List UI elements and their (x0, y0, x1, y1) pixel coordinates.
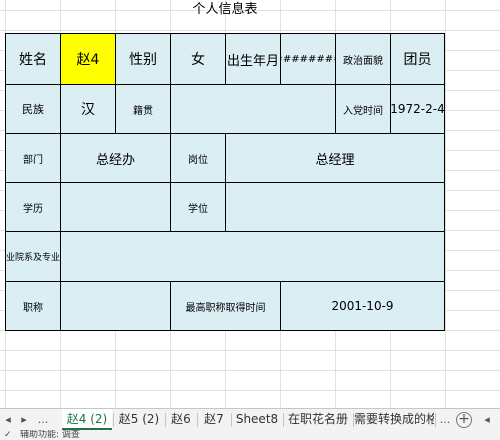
post-label[interactable]: 岗位 (170, 133, 226, 183)
title-date-label[interactable]: 最高职称取得时间 (170, 281, 281, 331)
horizontal-scroll-left-icon[interactable]: ◂ (480, 411, 494, 429)
accessibility-status[interactable]: 辅助功能: 调查 (20, 431, 80, 440)
accessibility-icon: ✓ (4, 430, 12, 440)
tab-sheet-zhao5-2[interactable]: 赵5 (2) (114, 409, 164, 430)
sheet-tab-bar: ◂ ▸ ... 赵4 (2) 赵5 (2) 赵6 赵7 Sheet8 在职花名册… (0, 408, 500, 430)
degree-value[interactable] (225, 182, 445, 232)
political-value[interactable]: 团员 (390, 33, 445, 85)
tab-sheet-zhao7[interactable]: 赵7 (198, 409, 230, 430)
birth-label[interactable]: 出生年月 (225, 33, 281, 85)
tab-sheet-roster[interactable]: 在职花名册 (284, 409, 352, 430)
sheet-title: 个人信息表 (192, 2, 258, 17)
add-sheet-icon[interactable]: + (456, 412, 472, 428)
tab-more-right-button[interactable]: ... (437, 411, 453, 429)
school-major-label[interactable]: 专业院系及专业 (5, 231, 61, 282)
ethnic-value[interactable]: 汉 (60, 84, 116, 134)
gender-value[interactable]: 女 (170, 33, 226, 85)
gender-label[interactable]: 性别 (115, 33, 171, 85)
native-label[interactable]: 籍贯 (115, 84, 171, 134)
birth-value[interactable]: ######## (280, 33, 336, 85)
tab-separator (435, 413, 436, 427)
party-join-value[interactable]: 1972-2-4 (390, 84, 445, 134)
spreadsheet-grid[interactable]: 个人信息表 姓名 赵4 性别 女 出生年月 ######## 政治面貌 团员 民… (0, 0, 500, 408)
job-title-value[interactable] (60, 281, 171, 331)
party-join-label[interactable]: 入党时间 (335, 84, 391, 134)
degree-label[interactable]: 学位 (170, 182, 226, 232)
tab-sheet8[interactable]: Sheet8 (232, 409, 282, 430)
tab-sheet-zhao4-2[interactable]: 赵4 (2) (62, 409, 112, 430)
political-label[interactable]: 政治面貌 (335, 33, 391, 85)
tab-sheet-zhao6[interactable]: 赵6 (166, 409, 196, 430)
ethnic-label[interactable]: 民族 (5, 84, 61, 134)
education-value[interactable] (60, 182, 171, 232)
education-label[interactable]: 学历 (5, 182, 61, 232)
job-title-label[interactable]: 职称 (5, 281, 61, 331)
name-label[interactable]: 姓名 (5, 33, 61, 85)
tab-more-left-button[interactable]: ... (34, 411, 52, 429)
name-value[interactable]: 赵4 (60, 33, 116, 85)
dept-label[interactable]: 部门 (5, 133, 61, 183)
tab-scroll-right-icon[interactable]: ▸ (18, 411, 30, 429)
post-value[interactable]: 总经理 (225, 133, 445, 183)
school-major-value[interactable] (60, 231, 445, 282)
title-date-value[interactable]: 2001-10-9 (280, 281, 445, 331)
native-value[interactable] (170, 84, 336, 134)
tab-scroll-left-icon[interactable]: ◂ (2, 411, 14, 429)
tab-sheet-target-format[interactable]: 需要转换成的格式 (354, 409, 434, 430)
dept-value[interactable]: 总经办 (60, 133, 171, 183)
status-bar: ✓ 辅助功能: 调查 (0, 430, 500, 440)
